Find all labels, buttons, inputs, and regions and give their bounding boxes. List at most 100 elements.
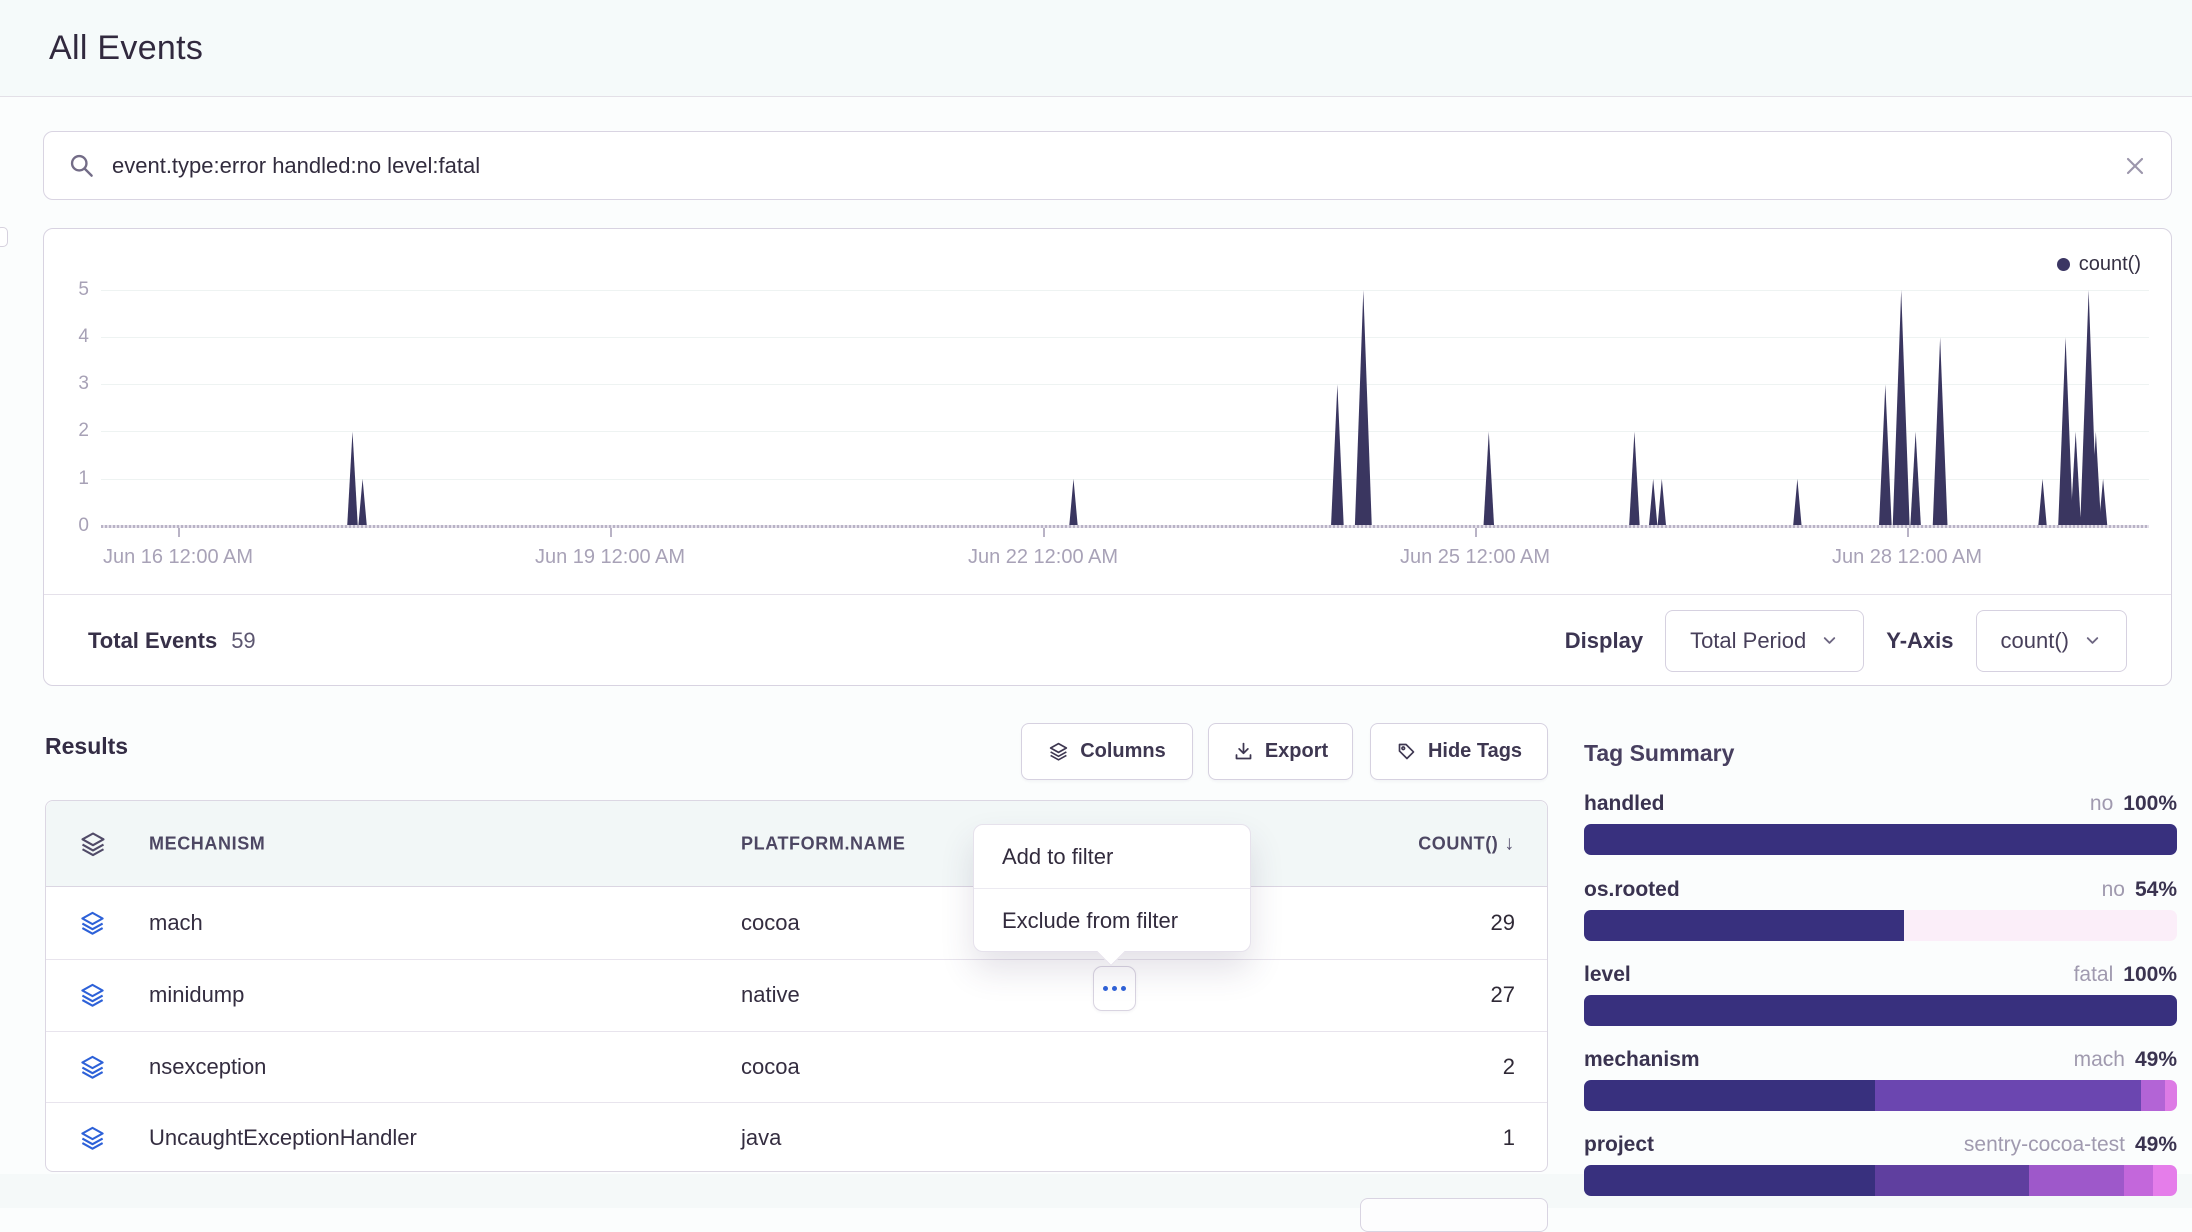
tag-distribution-bar[interactable] [1584, 995, 2177, 1026]
y-axis-tick-label: 2 [44, 420, 89, 442]
table-row[interactable]: nsexception cocoa 2 [46, 1031, 1547, 1103]
y-axis-tick-label: 5 [44, 279, 89, 301]
tag-row-label: project sentry-cocoa-test49% [1584, 1133, 2177, 1161]
x-axis-tick-label: Jun 28 12:00 AM [1832, 546, 1982, 569]
tag-bar-segment [2029, 1165, 2124, 1196]
tag-top-value: mach [2074, 1048, 2125, 1072]
tag-icon [1396, 741, 1417, 762]
cell-actions-button[interactable] [1093, 966, 1136, 1011]
x-axis-tick [1043, 528, 1045, 537]
chart-footer: Total Events 59 Display Total Period Y-A… [44, 594, 2171, 686]
total-events-value: 59 [231, 628, 255, 654]
hide-tags-button[interactable]: Hide Tags [1370, 723, 1548, 780]
tag-row-label: level fatal100% [1584, 963, 2177, 991]
table-row[interactable]: mach cocoa 29 [46, 887, 1547, 959]
tag-distribution-bar[interactable] [1584, 910, 2177, 941]
tag-distribution-bar[interactable] [1584, 824, 2177, 855]
tag-row-label: handled no100% [1584, 792, 2177, 820]
chart-legend[interactable]: count() [2057, 253, 2141, 276]
cell-platform[interactable]: cocoa [741, 910, 800, 936]
cell-count: 1 [1503, 1125, 1515, 1151]
tag-top-percent: 49% [2135, 1048, 2177, 1072]
columns-button-label: Columns [1080, 740, 1166, 763]
cell-mechanism[interactable]: mach [149, 910, 203, 936]
tag-row-label: mechanism mach 49% [1584, 1048, 2177, 1076]
legend-label: count() [2079, 253, 2141, 276]
tag-bar-segment [1875, 1165, 2029, 1196]
tag-name: handled [1584, 792, 1665, 816]
y-axis-dropdown-value: count() [2001, 628, 2069, 654]
tag-summary-heading: Tag Summary [1584, 740, 1734, 767]
legend-dot [2057, 258, 2070, 271]
cell-count: 2 [1503, 1054, 1515, 1080]
x-axis-tick-label: Jun 22 12:00 AM [968, 546, 1118, 569]
columns-icon [1048, 741, 1069, 762]
cell-count: 29 [1491, 910, 1515, 936]
tag-row-label: os.rooted no54% [1584, 878, 2177, 906]
tag-bar-segment [2153, 1165, 2177, 1196]
hide-tags-button-label: Hide Tags [1428, 740, 1522, 763]
cell-count: 27 [1491, 982, 1515, 1008]
tag-name: project [1584, 1133, 1654, 1157]
cell-mechanism[interactable]: UncaughtExceptionHandler [149, 1125, 417, 1151]
table-header-row: MECHANISM PLATFORM.NAME COUNT() ↓ [46, 801, 1547, 887]
x-axis-tick-label: Jun 19 12:00 AM [535, 546, 685, 569]
cell-mechanism[interactable]: minidump [149, 982, 244, 1008]
stack-icon [79, 1054, 106, 1081]
stack-icon [79, 1125, 106, 1152]
column-header-count[interactable]: COUNT() ↓ [1418, 832, 1515, 855]
tag-bar-segment [1904, 910, 2177, 941]
search-input[interactable] [112, 153, 2123, 179]
column-header-mechanism[interactable]: MECHANISM [149, 833, 265, 854]
display-label: Display [1565, 628, 1643, 654]
x-axis-tick [1907, 528, 1909, 537]
menu-item-add-to-filter[interactable]: Add to filter [974, 825, 1250, 888]
table-row[interactable]: UncaughtExceptionHandler java 1 [46, 1102, 1547, 1174]
display-dropdown[interactable]: Total Period [1665, 610, 1864, 672]
chevron-down-icon [2083, 631, 2102, 650]
ellipsis-icon [1121, 986, 1126, 991]
count-header-label: COUNT() [1418, 833, 1498, 854]
tag-bar-segment [1584, 1165, 1875, 1196]
total-events-label: Total Events [88, 628, 217, 654]
search-icon [68, 152, 95, 179]
tag-distribution-bar[interactable] [1584, 1165, 2177, 1196]
display-dropdown-value: Total Period [1690, 628, 1806, 654]
tag-distribution-bar[interactable] [1584, 1080, 2177, 1111]
cell-platform[interactable]: java [741, 1125, 781, 1151]
x-axis-tick-label: Jun 25 12:00 AM [1400, 546, 1550, 569]
pagination-button-partial[interactable] [1360, 1198, 1548, 1232]
x-axis-tick [610, 528, 612, 537]
export-button-label: Export [1265, 740, 1328, 763]
tag-name: level [1584, 963, 1631, 987]
tag-bar-segment [1584, 824, 2177, 855]
ellipsis-icon [1112, 986, 1117, 991]
tag-bar-segment [1584, 910, 1904, 941]
export-button[interactable]: Export [1208, 723, 1353, 780]
clear-search-icon[interactable] [2123, 154, 2147, 178]
x-axis-tick [178, 528, 180, 537]
tag-bar-segment [1584, 995, 2177, 1026]
tag-name: mechanism [1584, 1048, 1700, 1072]
count-series-spikes [101, 229, 2149, 529]
column-header-platform-name[interactable]: PLATFORM.NAME [741, 833, 905, 854]
y-axis-tick-label: 1 [44, 468, 89, 490]
search-bar[interactable] [43, 131, 2172, 200]
tag-top-percent: 54% [2135, 878, 2177, 902]
stack-icon[interactable] [79, 830, 107, 858]
chevron-down-icon [1820, 631, 1839, 650]
tag-top-value: no [2090, 792, 2113, 816]
cell-platform[interactable]: native [741, 982, 800, 1008]
y-axis-tick-label: 4 [44, 326, 89, 348]
tag-name: os.rooted [1584, 878, 1680, 902]
tag-top-percent: 49% [2135, 1133, 2177, 1157]
panel-drag-handle[interactable] [0, 227, 8, 247]
tag-bar-segment [1584, 1080, 1875, 1111]
table-row[interactable]: minidump native 27 [46, 959, 1547, 1031]
columns-button[interactable]: Columns [1021, 723, 1193, 780]
tag-bar-segment [2141, 1080, 2165, 1111]
cell-platform[interactable]: cocoa [741, 1054, 800, 1080]
download-icon [1233, 741, 1254, 762]
y-axis-dropdown[interactable]: count() [1976, 610, 2127, 672]
cell-mechanism[interactable]: nsexception [149, 1054, 266, 1080]
